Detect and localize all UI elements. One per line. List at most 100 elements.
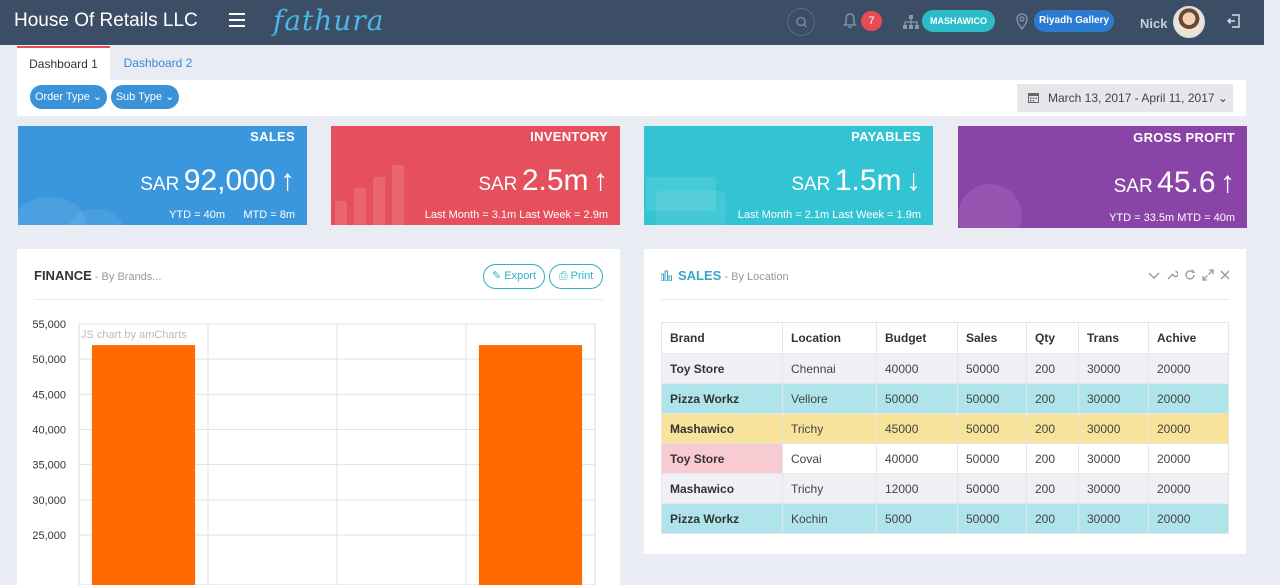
table-cell: Trichy <box>782 413 877 444</box>
order-type-label: Order Type <box>34 91 90 103</box>
table-cell: Mashawico <box>661 413 783 444</box>
refresh-icon[interactable] <box>1184 269 1196 281</box>
table-cell: Kochin <box>782 503 877 534</box>
branch-selector[interactable]: Riyadh Gallery <box>1034 10 1114 32</box>
panel-divider <box>661 299 1229 300</box>
table-cell: 50000 <box>957 503 1027 534</box>
table-cell: 20000 <box>1148 413 1229 444</box>
kpi-currency: SAR <box>478 174 518 195</box>
table-row[interactable]: Mashawico Trichy 45000 50000 200 30000 20000 <box>661 413 1229 444</box>
table-cell: 200 <box>1026 443 1079 474</box>
search-button[interactable] <box>787 8 815 36</box>
arrow-up-icon: ↑ <box>280 164 295 197</box>
expand-icon[interactable] <box>1202 269 1214 281</box>
finance-bar-chart[interactable]: 55,000 50,000 45,000 40,000 35,000 30,000 25,0… <box>17 300 620 585</box>
chart-bar[interactable] <box>91 345 196 585</box>
finance-title: FINANCE <box>34 268 92 283</box>
tab-dashboard-2[interactable]: Dashboard 2 <box>110 46 206 80</box>
table-row[interactable]: Pizza Workz Kochin 5000 50000 200 30000 20000 <box>661 503 1229 534</box>
kpi-card-sales: SALES SAR 92,000 ↑ YTD = 40m MTD = 8m <box>18 126 307 225</box>
kpi-title: INVENTORY <box>530 129 608 144</box>
user-avatar[interactable] <box>1173 6 1205 38</box>
table-cell: Covai <box>782 443 877 474</box>
finance-panel: FINANCE - By Brands... ✎ Export ⎙ Print … <box>17 249 620 585</box>
table-cell: 200 <box>1026 503 1079 534</box>
table-row[interactable]: Mashawico Trichy 12000 50000 200 30000 20000 <box>661 473 1229 504</box>
kpi-currency: SAR <box>140 174 180 195</box>
company-selector[interactable]: MASHAWICO <box>922 10 995 32</box>
chart-bar[interactable] <box>478 345 583 585</box>
sitemap-icon <box>903 15 919 29</box>
column-header[interactable]: Location <box>782 322 877 354</box>
chevron-down-icon[interactable] <box>1148 269 1160 281</box>
kpi-card-inventory: INVENTORY SAR 2.5m ↑ Last Month = 3.1m L… <box>331 126 620 225</box>
money-icon <box>646 177 726 225</box>
bar-chart-icon <box>335 165 404 225</box>
print-label: Print <box>570 270 594 282</box>
user-name[interactable]: Nick <box>1140 16 1167 31</box>
table-cell: Pizza Workz <box>661 383 783 414</box>
calendar-icon <box>1028 93 1039 103</box>
y-tick-label: 35,000 <box>32 460 66 472</box>
map-pin-icon <box>1016 13 1028 30</box>
top-navbar: House Of Retails LLC fathura 7 MASHAWICO… <box>0 0 1264 45</box>
chart-watermark: JS chart by amCharts <box>81 329 187 341</box>
table-cell: Toy Store <box>661 353 783 384</box>
table-row[interactable]: Pizza Workz Vellore 50000 50000 200 30000 2000… <box>661 383 1229 414</box>
table-cell: 50000 <box>957 413 1027 444</box>
y-tick-label: 30,000 <box>32 495 66 507</box>
y-tick-label: 25,000 <box>32 530 66 542</box>
kpi-currency: SAR <box>791 174 831 195</box>
table-cell: 30000 <box>1078 503 1149 534</box>
sales-subtitle: - By Location <box>721 271 789 283</box>
app-logo[interactable]: fathura <box>273 4 384 37</box>
kpi-subtext: Last Month = 3.1m Last Week = 2.9m <box>424 209 608 221</box>
sub-type-dropdown[interactable]: Sub Type ⌄ <box>111 85 179 109</box>
table-cell: 20000 <box>1148 383 1229 414</box>
bell-icon[interactable] <box>842 12 858 30</box>
table-row[interactable]: Toy Store Covai 40000 50000 200 30000 20000 <box>661 443 1229 474</box>
close-icon[interactable] <box>1219 269 1231 281</box>
chevron-down-icon: ⌄ <box>165 91 175 103</box>
kpi-title: SALES <box>250 129 295 144</box>
table-cell: 200 <box>1026 413 1079 444</box>
table-cell: 200 <box>1026 353 1079 384</box>
table-cell: 45000 <box>876 413 958 444</box>
notification-count-badge[interactable]: 7 <box>861 11 882 31</box>
column-header[interactable]: Trans <box>1078 322 1149 354</box>
table-row[interactable]: Toy Store Chennai 40000 50000 200 30000 20000 <box>661 353 1229 384</box>
table-cell: Pizza Workz <box>661 503 783 534</box>
table-cell: Vellore <box>782 383 877 414</box>
kpi-value: SAR 45.6 ↑ <box>1114 166 1235 200</box>
arrow-down-icon: ↓ <box>906 164 921 197</box>
logout-icon[interactable] <box>1226 13 1242 29</box>
print-button[interactable]: ⎙ Print <box>549 264 603 289</box>
y-tick-label: 40,000 <box>32 425 66 437</box>
kpi-subtext: Last Month = 2.1m Last Week = 1.9m <box>737 209 921 221</box>
column-header[interactable]: Achive <box>1148 322 1229 354</box>
table-cell: 30000 <box>1078 443 1149 474</box>
column-header[interactable]: Budget <box>876 322 958 354</box>
export-button[interactable]: ✎ Export <box>483 264 545 289</box>
menu-toggle-icon[interactable] <box>229 13 245 29</box>
order-type-dropdown[interactable]: Order Type ⌄ <box>30 85 107 109</box>
table-cell: Mashawico <box>661 473 783 504</box>
sales-title: SALES <box>678 268 722 283</box>
kpi-card-gross-profit: GROSS PROFIT SAR 45.6 ↑ YTD = 33.5m MTD … <box>958 126 1247 228</box>
table-cell: 12000 <box>876 473 958 504</box>
tab-dashboard-1[interactable]: Dashboard 1 <box>17 46 110 80</box>
search-icon <box>796 16 807 28</box>
chevron-down-icon: ⌄ <box>92 91 103 103</box>
column-header[interactable]: Qty <box>1026 322 1079 354</box>
table-cell: Chennai <box>782 353 877 384</box>
kpi-value: SAR 92,000 ↑ <box>140 164 295 198</box>
chat-bubble-icon <box>18 197 123 225</box>
column-header[interactable]: Brand <box>661 322 783 354</box>
table-cell: 30000 <box>1078 353 1149 384</box>
filter-bar: Order Type ⌄ Sub Type ⌄ March 13, 2017 -… <box>17 80 1246 116</box>
date-range-picker[interactable]: March 13, 2017 - April 11, 2017 ⌄ <box>1017 84 1233 112</box>
panel-title: FINANCE - By Brands... <box>34 268 161 283</box>
wrench-icon[interactable] <box>1166 269 1178 281</box>
column-header[interactable]: Sales <box>957 322 1027 354</box>
export-label: Export <box>504 270 537 282</box>
